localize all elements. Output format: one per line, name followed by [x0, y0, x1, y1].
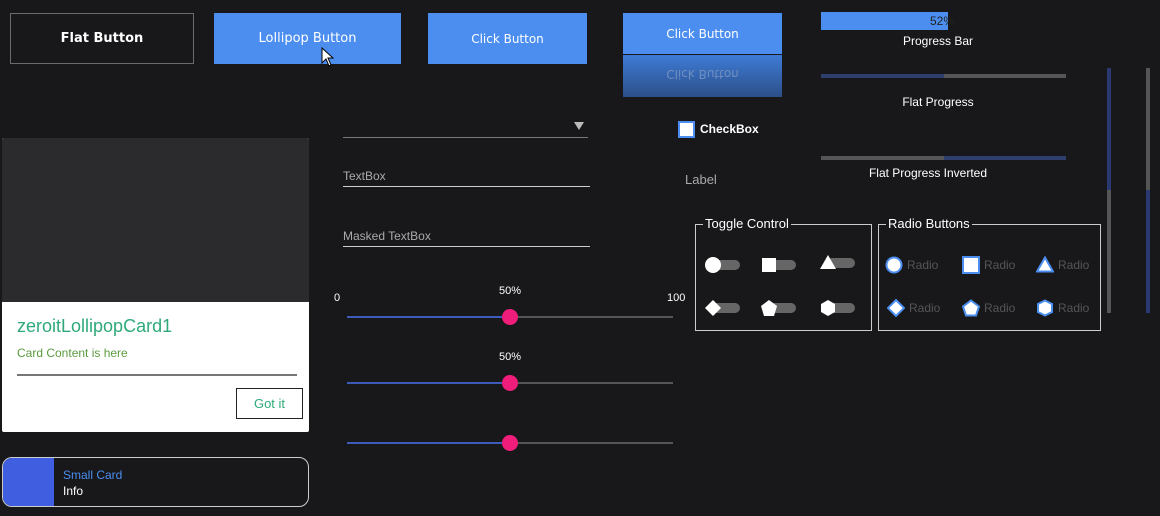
small-card-info: Info: [63, 484, 84, 498]
slider-max-label: 100: [667, 292, 686, 304]
lollipop-card: zeroitLollipopCard1 Card Content is here…: [2, 138, 309, 432]
masked-textbox-input[interactable]: Masked TextBox: [343, 227, 590, 247]
circle-radio-icon: [885, 256, 903, 274]
toggle-diamond[interactable]: [704, 299, 744, 317]
slider-2[interactable]: 50%: [347, 351, 673, 393]
square-icon: [762, 258, 776, 272]
reflection-text: Click Button: [666, 67, 739, 81]
diamond-icon: [705, 300, 721, 316]
scrollbar-thumb[interactable]: [1107, 190, 1111, 313]
card-title: zeroitLollipopCard1: [17, 316, 173, 336]
radio-circle[interactable]: Radio: [885, 255, 938, 275]
lollipop-button[interactable]: Lollipop Button: [214, 13, 401, 64]
progress-bar: [821, 12, 948, 30]
radio-label: Radio: [1058, 258, 1090, 272]
flat-progress-inverted: [821, 156, 1066, 160]
slider-fill: [347, 382, 510, 384]
checkbox[interactable]: [678, 121, 695, 138]
vertical-scrollbar-2[interactable]: [1146, 68, 1150, 313]
slider-min-label: 0: [334, 292, 341, 304]
small-card-accent: [3, 458, 54, 506]
radio-label: Radio: [984, 301, 1016, 315]
slider-1[interactable]: 50%: [347, 285, 673, 327]
hexagon-icon: [821, 300, 835, 316]
flat-progress: [821, 74, 1066, 78]
radio-label: Radio: [909, 301, 941, 315]
small-card: Small Card Info: [2, 457, 309, 507]
flat-progress-inverted-fill: [943, 156, 1066, 160]
scrollbar-thumb[interactable]: [1146, 190, 1150, 313]
progress-bar-value: 52%: [930, 14, 955, 28]
slider-knob[interactable]: [502, 375, 518, 391]
toggle-triangle[interactable]: [819, 254, 859, 272]
card-content: Card Content is here: [17, 346, 128, 360]
card-image: [2, 138, 309, 302]
radio-buttons-group: Radio Buttons Radio Radio Radio Radio Ra…: [878, 216, 1101, 331]
diamond-radio-icon: [887, 299, 905, 317]
radio-label: Radio: [907, 258, 939, 272]
chevron-down-icon[interactable]: [574, 122, 584, 130]
flat-progress-fill: [821, 74, 944, 78]
radio-group-title: Radio Buttons: [886, 216, 972, 231]
triangle-radio-icon: [1036, 256, 1054, 273]
checkbox-label[interactable]: CheckBox: [700, 122, 759, 136]
radio-label: Radio: [1058, 301, 1090, 315]
combo-box[interactable]: [343, 118, 588, 138]
pentagon-icon: [761, 300, 777, 316]
radio-label: Radio: [984, 258, 1016, 272]
radio-diamond[interactable]: Radio: [887, 298, 940, 318]
textbox-input[interactable]: TextBox: [343, 167, 590, 187]
card-divider: [17, 374, 297, 376]
slider-3[interactable]: [347, 433, 673, 453]
slider-fill: [347, 316, 510, 318]
hexagon-radio-icon: [1037, 299, 1053, 317]
small-card-title: Small Card: [63, 468, 123, 482]
mouse-cursor-icon: [321, 47, 335, 67]
pentagon-radio-icon: [962, 299, 980, 317]
radio-triangle[interactable]: Radio: [1036, 255, 1089, 275]
click-button-reflected[interactable]: Click Button: [623, 13, 782, 54]
toggle-square[interactable]: [760, 256, 800, 274]
toggle-group-title: Toggle Control: [703, 216, 791, 231]
toggle-circle[interactable]: [704, 256, 744, 274]
slider-fill: [347, 442, 510, 444]
flat-button[interactable]: Flat Button: [10, 13, 194, 64]
flat-progress-label: Flat Progress: [902, 95, 974, 109]
toggle-hexagon[interactable]: [819, 299, 859, 317]
slider-value: 50%: [498, 285, 522, 297]
radio-square[interactable]: Radio: [962, 255, 1015, 275]
progress-bar-label: Progress Bar: [902, 34, 974, 48]
toggle-control-group: Toggle Control: [695, 216, 872, 331]
radio-hexagon[interactable]: Radio: [1036, 298, 1089, 318]
triangle-icon: [820, 255, 836, 269]
flat-progress-inverted-label: Flat Progress Inverted: [868, 166, 988, 180]
slider-value: 50%: [498, 351, 522, 363]
slider-knob[interactable]: [502, 309, 518, 325]
got-it-button[interactable]: Got it: [236, 388, 303, 419]
radio-pentagon[interactable]: Radio: [962, 298, 1015, 318]
circle-icon: [705, 257, 721, 273]
toggle-pentagon[interactable]: [760, 299, 800, 317]
click-button-reflection: Click Button: [623, 55, 782, 97]
vertical-scrollbar-1[interactable]: [1107, 68, 1111, 313]
slider-knob[interactable]: [502, 435, 518, 451]
square-radio-icon: [962, 256, 980, 274]
click-button[interactable]: Click Button: [428, 13, 587, 64]
label: Label: [685, 172, 717, 187]
